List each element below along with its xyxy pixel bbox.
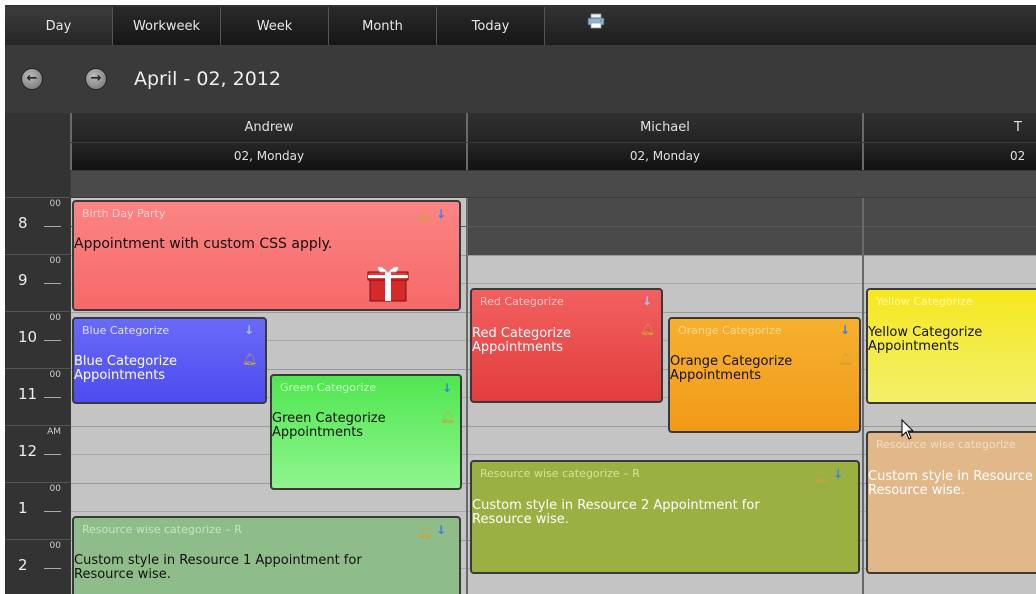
appointment-blue-categorize[interactable]: Blue Categorize ↓ 🔔︎ Blue Categorize App… — [72, 317, 267, 404]
appointment-subject: Red Categorize — [480, 295, 564, 308]
next-date-button[interactable]: → — [85, 68, 107, 90]
day-header-michael: 02, Monday — [466, 143, 862, 170]
reminder-bell-icon: 🔔︎ — [417, 208, 433, 222]
time-hour: 2 — [18, 556, 28, 574]
appointment-body: Custom style in Resource Resource wise. — [868, 469, 1033, 498]
appointment-yellow-categorize[interactable]: Yellow Categorize Yellow Categorize Appo… — [866, 288, 1036, 404]
arrow-down-icon: ↓ — [840, 323, 851, 337]
appointment-birthday-party[interactable]: Birth Day Party 🔔︎ ↓ Appointment with cu… — [72, 200, 461, 311]
time-minutes: 00 — [49, 370, 61, 380]
appointment-subject: Orange Categorize — [678, 324, 782, 337]
appointment-body: Appointment with custom CSS apply. — [74, 236, 333, 252]
day-header-andrew: 02, Monday — [70, 143, 466, 170]
scheduler: Day Workweek Week Month Today ← → April … — [5, 5, 1036, 594]
resource-header-third: T — [862, 113, 1036, 142]
arrow-right-icon: → — [90, 71, 102, 86]
time-hour: 11 — [18, 385, 38, 403]
tab-today[interactable]: Today — [437, 7, 545, 45]
appointment-body: Red Categorize Appointments — [472, 326, 571, 355]
time-minutes: 00 — [49, 199, 61, 209]
appointment-body: Orange Categorize Appointments — [670, 354, 793, 383]
time-tick — [44, 397, 61, 398]
time-tick — [44, 511, 61, 512]
reminder-bell-icon: 🔔︎ — [838, 352, 854, 366]
reminder-bell-icon: 🔔︎ — [417, 525, 433, 539]
reminder-bell-icon: 🔔︎ — [640, 322, 656, 336]
time-slot: 00 8 — [5, 197, 70, 254]
time-hour: 9 — [18, 271, 28, 289]
appointment-body: Blue Categorize Appointments — [74, 354, 178, 383]
appointment-resource-3[interactable]: Resource wise categorize Custom style in… — [866, 431, 1036, 574]
tab-week[interactable]: Week — [221, 7, 329, 45]
time-slot: AM 12 — [5, 425, 70, 482]
time-tick — [44, 454, 61, 455]
column-separator — [466, 198, 468, 594]
appointment-subject: Resource wise categorize — [876, 438, 1016, 451]
time-hour: 1 — [18, 499, 28, 517]
appointment-body: Yellow Categorize Appointments — [868, 325, 983, 354]
time-hour: 12 — [18, 442, 38, 460]
appointment-body: Custom style in Resource 2 Appointment f… — [472, 498, 760, 527]
time-tick — [44, 226, 61, 227]
arrow-left-icon: ← — [26, 71, 38, 86]
appointment-resource-2[interactable]: Resource wise categorize – R 🔔︎ ↓ Custom… — [470, 460, 860, 574]
arrow-down-icon: ↓ — [244, 323, 255, 337]
tab-day[interactable]: Day — [5, 7, 113, 45]
tab-month[interactable]: Month — [329, 7, 437, 45]
reminder-bell-icon: 🔔︎ — [242, 352, 258, 366]
time-tick — [44, 283, 61, 284]
appointment-subject: Birth Day Party — [82, 207, 166, 220]
prev-date-button[interactable]: ← — [21, 68, 43, 90]
appointment-resource-1[interactable]: Resource wise categorize – R 🔔︎ ↓ Custom… — [72, 516, 461, 594]
view-toolbar: Day Workweek Week Month Today — [5, 5, 1036, 45]
time-hour: 10 — [18, 328, 38, 346]
resource-header-michael: Michael — [466, 113, 862, 142]
current-date: April - 02, 2012 — [134, 68, 281, 90]
schedule-grid[interactable]: Birth Day Party 🔔︎ ↓ Appointment with cu… — [71, 198, 1036, 594]
arrow-down-icon: ↓ — [642, 294, 653, 308]
time-slot: 00 2 — [5, 539, 70, 594]
time-tick — [44, 340, 61, 341]
appointment-subject: Blue Categorize — [82, 324, 170, 337]
appointment-orange-categorize[interactable]: Orange Categorize ↓ 🔔︎ Orange Categorize… — [668, 317, 861, 433]
time-gutter: 00 8 00 9 00 10 00 11 AM 12 00 1 00 2 — [5, 113, 70, 594]
time-slot: 00 1 — [5, 482, 70, 539]
time-tick — [44, 568, 61, 569]
tab-workweek[interactable]: Workweek — [113, 7, 221, 45]
appointment-body: Green Categorize Appointments — [272, 411, 386, 440]
appointment-subject: Yellow Categorize — [876, 295, 973, 308]
appointment-subject: Resource wise categorize – R — [82, 523, 242, 536]
appointment-subject: Green Categorize — [280, 381, 377, 394]
appointment-body: Custom style in Resource 1 Appointment f… — [74, 553, 362, 582]
appointment-red-categorize[interactable]: Red Categorize ↓ 🔔︎ Red Categorize Appoi… — [470, 288, 663, 403]
grid-line — [71, 426, 1036, 427]
time-minutes: 00 — [49, 541, 61, 551]
time-minutes: 00 — [49, 256, 61, 266]
time-slot: 00 10 — [5, 311, 70, 368]
printer-icon[interactable] — [587, 13, 605, 29]
gift-icon — [367, 266, 409, 302]
appointment-green-categorize[interactable]: Green Categorize ↓ 🔔︎ Green Categorize A… — [270, 374, 462, 490]
time-minutes: AM — [47, 427, 61, 437]
mouse-cursor-icon — [901, 419, 915, 440]
column-separator — [862, 198, 864, 594]
reminder-bell-icon: 🔔︎ — [440, 410, 456, 424]
arrow-down-icon: ↓ — [436, 207, 447, 221]
reminder-bell-icon: 🔔︎ — [813, 469, 829, 483]
time-slot: 00 11 — [5, 368, 70, 425]
arrow-down-icon: ↓ — [442, 381, 453, 395]
time-slot: 00 9 — [5, 254, 70, 311]
all-day-row[interactable] — [71, 171, 1036, 197]
appointment-subject: Resource wise categorize – R — [480, 467, 640, 480]
arrow-down-icon: ↓ — [833, 467, 844, 481]
arrow-down-icon: ↓ — [436, 523, 447, 537]
day-header-third: 02 — [862, 143, 1036, 170]
time-hour: 8 — [18, 214, 28, 232]
resource-header-andrew: Andrew — [70, 113, 466, 142]
time-minutes: 00 — [49, 484, 61, 494]
time-minutes: 00 — [49, 313, 61, 323]
